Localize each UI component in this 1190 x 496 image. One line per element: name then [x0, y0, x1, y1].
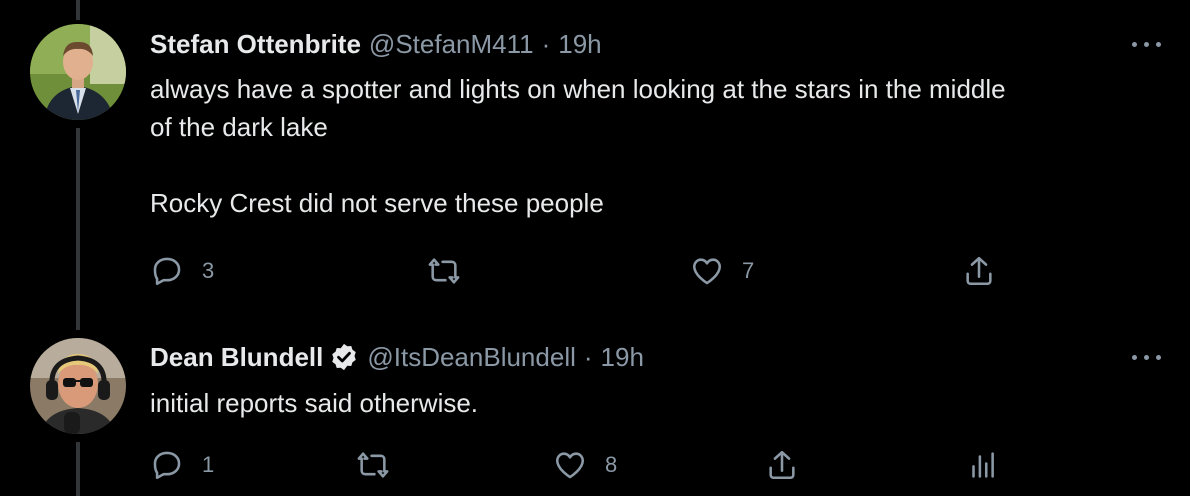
- share-button[interactable]: [962, 254, 996, 288]
- reply-count: 3: [202, 258, 215, 283]
- tweet-text: always have a spotter and lights on when…: [150, 70, 1160, 222]
- tweet-header: Dean Blundell @ItsDeanBlundell · 19h: [150, 340, 644, 374]
- tweet[interactable]: Stefan Ottenbrite @StefanM411 · 19h alwa…: [0, 0, 1190, 330]
- retweet-button[interactable]: [356, 448, 390, 482]
- reply-icon: [153, 257, 181, 286]
- handle[interactable]: @ItsDeanBlundell: [367, 342, 576, 373]
- timestamp[interactable]: 19h: [558, 29, 601, 60]
- tweet-text-line: always have a spotter and lights on when…: [150, 74, 1006, 104]
- share-button[interactable]: [765, 448, 799, 482]
- retweet-icon: [428, 258, 460, 284]
- tweet-text-line: Rocky Crest did not serve these people: [150, 188, 604, 218]
- like-count: 8: [605, 452, 618, 477]
- reply-button[interactable]: 1: [150, 448, 214, 482]
- tweet-text: initial reports said otherwise.: [150, 384, 1160, 422]
- reply-count: 1: [202, 452, 215, 477]
- heart-icon: [692, 258, 722, 285]
- tweet-text-line: [150, 146, 1160, 184]
- handle[interactable]: @StefanM411: [369, 29, 534, 60]
- heart-icon: [555, 452, 585, 479]
- more-options-icon[interactable]: [1130, 352, 1164, 362]
- tweet-header: Stefan Ottenbrite @StefanM411 · 19h: [150, 27, 602, 61]
- share-icon: [966, 256, 992, 286]
- avatar[interactable]: [30, 24, 126, 120]
- retweet-button[interactable]: [427, 254, 461, 288]
- analytics-button[interactable]: [965, 448, 999, 482]
- reply-icon: [153, 451, 181, 480]
- share-icon: [769, 450, 795, 480]
- tweet-text-line: initial reports said otherwise.: [150, 388, 479, 418]
- like-button[interactable]: 8: [553, 448, 617, 482]
- like-count: 7: [742, 258, 755, 283]
- tweet[interactable]: Dean Blundell @ItsDeanBlundell · 19h ini…: [0, 330, 1190, 496]
- avatar[interactable]: [30, 338, 126, 434]
- more-options-icon[interactable]: [1130, 39, 1164, 49]
- analytics-icon: [972, 452, 994, 478]
- reply-button[interactable]: 3: [150, 254, 214, 288]
- like-button[interactable]: 7: [690, 254, 754, 288]
- separator-dot: ·: [541, 28, 551, 59]
- separator-dot: ·: [583, 341, 593, 372]
- display-name[interactable]: Dean Blundell: [150, 342, 323, 373]
- timestamp[interactable]: 19h: [601, 342, 644, 373]
- verified-badge-icon: [329, 342, 359, 372]
- display-name[interactable]: Stefan Ottenbrite: [150, 29, 361, 60]
- retweet-icon: [357, 452, 389, 478]
- tweet-text-line: of the dark lake: [150, 112, 328, 142]
